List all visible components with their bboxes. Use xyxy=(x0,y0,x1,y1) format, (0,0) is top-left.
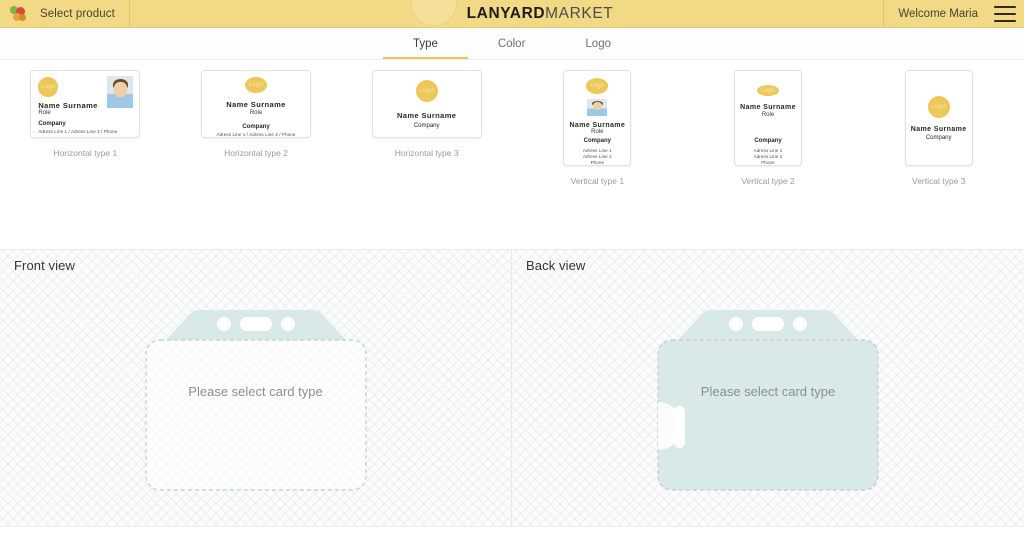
logo-placeholder-icon: Logo xyxy=(38,77,59,97)
card-role: Role xyxy=(38,110,51,116)
front-view-pane: Front view Please select card type xyxy=(0,250,512,526)
brand-name-light: MARKET xyxy=(545,4,614,22)
card-company: Company xyxy=(925,134,952,141)
card-type-option-vertical-1[interactable]: Logo Name Surname Role Company Adress Li… xyxy=(512,60,683,186)
logo-placeholder-icon: Logo xyxy=(927,95,950,118)
card-type-option-horizontal-3[interactable]: Logo Name Surname Company Horizontal typ… xyxy=(341,60,512,158)
card-name: Name Surname xyxy=(396,110,457,120)
card-name: Name Surname xyxy=(910,125,967,133)
tab-type[interactable]: Type xyxy=(382,30,468,59)
select-product-label: Select product xyxy=(40,7,115,20)
card-thumbnail[interactable]: Logo Name Surname Company xyxy=(904,70,973,166)
hamburger-menu-icon[interactable] xyxy=(994,5,1016,22)
tab-color[interactable]: Color xyxy=(468,30,555,59)
brand-logo[interactable]: LANYARDMARKET xyxy=(467,5,614,23)
header-right: Welcome Maria xyxy=(883,0,1024,27)
card-company: Company xyxy=(754,138,782,144)
card-company: Company xyxy=(38,121,66,127)
back-view-placeholder: Please select card type xyxy=(700,384,836,399)
card-address-1: Adress Line 1 xyxy=(753,148,783,153)
card-name: Name Surname xyxy=(569,122,626,129)
back-view-title: Back view xyxy=(526,258,586,273)
select-product-button[interactable]: Select product xyxy=(0,0,130,27)
card-address-2: Adress Line 2 xyxy=(753,154,783,159)
card-type-option-vertical-2[interactable]: Logo Name Surname Role Company Adress Li… xyxy=(683,60,854,186)
card-name: Name Surname xyxy=(38,101,98,110)
card-company: Company xyxy=(413,122,440,129)
card-type-caption: Vertical type 3 xyxy=(912,176,966,186)
brand-name-bold: LANYARD xyxy=(466,4,546,22)
bottom-bar xyxy=(0,526,1024,546)
card-company: Company xyxy=(583,138,612,144)
grapes-icon xyxy=(10,5,28,22)
card-phone: Phone xyxy=(590,160,605,165)
card-address-1: Adress Line 1 xyxy=(582,148,612,153)
card-thumbnail[interactable]: Logo Name Surname Company xyxy=(371,70,482,138)
tab-logo[interactable]: Logo xyxy=(555,30,641,59)
app-header: Select product LANYARDMARKET Welcome Mar… xyxy=(0,0,1024,28)
card-type-caption: Horizontal type 1 xyxy=(53,148,118,158)
photo-placeholder-icon xyxy=(107,76,134,108)
preview-area: Front view Please select card type Back … xyxy=(0,250,1024,526)
front-view-title: Front view xyxy=(14,258,75,273)
card-address-2: Adress Line 2 xyxy=(582,154,612,159)
card-type-option-vertical-3[interactable]: Logo Name Surname Company Vertical type … xyxy=(853,60,1024,186)
logo-placeholder-icon: Logo xyxy=(757,85,780,96)
card-type-caption: Vertical type 1 xyxy=(570,176,625,186)
card-company: Company xyxy=(242,124,270,130)
tab-bar: Type Color Logo xyxy=(0,28,1024,60)
card-thumbnail[interactable]: Logo Name Surname Role Company Adress Li… xyxy=(30,70,141,138)
card-thumbnail[interactable]: Logo Name Surname Role Company Adress Li… xyxy=(563,70,632,166)
card-address: Adress Line 1 / Adress Line 2 / Phone xyxy=(216,132,296,137)
card-thumbnail[interactable]: Logo Name Surname Role Company Adress Li… xyxy=(201,70,311,138)
card-type-gallery: Logo Name Surname Role Company Adress Li… xyxy=(0,60,1024,250)
card-type-caption: Vertical type 2 xyxy=(741,176,795,186)
logo-placeholder-icon: Logo xyxy=(245,77,267,93)
card-type-caption: Horizontal type 3 xyxy=(394,148,459,158)
card-name: Name Surname xyxy=(226,100,286,109)
card-type-option-horizontal-1[interactable]: Logo Name Surname Role Company Adress Li… xyxy=(0,60,171,158)
card-type-option-horizontal-2[interactable]: Logo Name Surname Role Company Adress Li… xyxy=(171,60,342,158)
card-address: Adress Line 1 / Adress Line 2 / Phone xyxy=(38,129,118,134)
card-thumbnail[interactable]: Logo Name Surname Role Company Adress Li… xyxy=(734,70,803,166)
front-view-placeholder: Please select card type xyxy=(188,384,323,399)
card-role: Role xyxy=(591,129,604,135)
card-phone: Phone xyxy=(761,160,775,165)
card-role: Role xyxy=(761,112,775,118)
brand-circle-icon xyxy=(410,0,457,26)
front-badge-holder[interactable]: Please select card type xyxy=(106,288,406,498)
welcome-label: Welcome Maria xyxy=(898,7,978,20)
card-name: Name Surname xyxy=(740,104,796,111)
logo-placeholder-icon: Logo xyxy=(586,78,609,94)
brand-area: LANYARDMARKET xyxy=(0,0,1024,27)
logo-placeholder-icon: Logo xyxy=(415,79,438,102)
photo-placeholder-icon xyxy=(587,98,608,116)
back-badge-holder[interactable]: Please select card type xyxy=(618,288,918,498)
card-type-caption: Horizontal type 2 xyxy=(224,148,288,158)
back-view-pane: Back view Please select card type xyxy=(512,250,1024,526)
card-role: Role xyxy=(249,110,263,116)
